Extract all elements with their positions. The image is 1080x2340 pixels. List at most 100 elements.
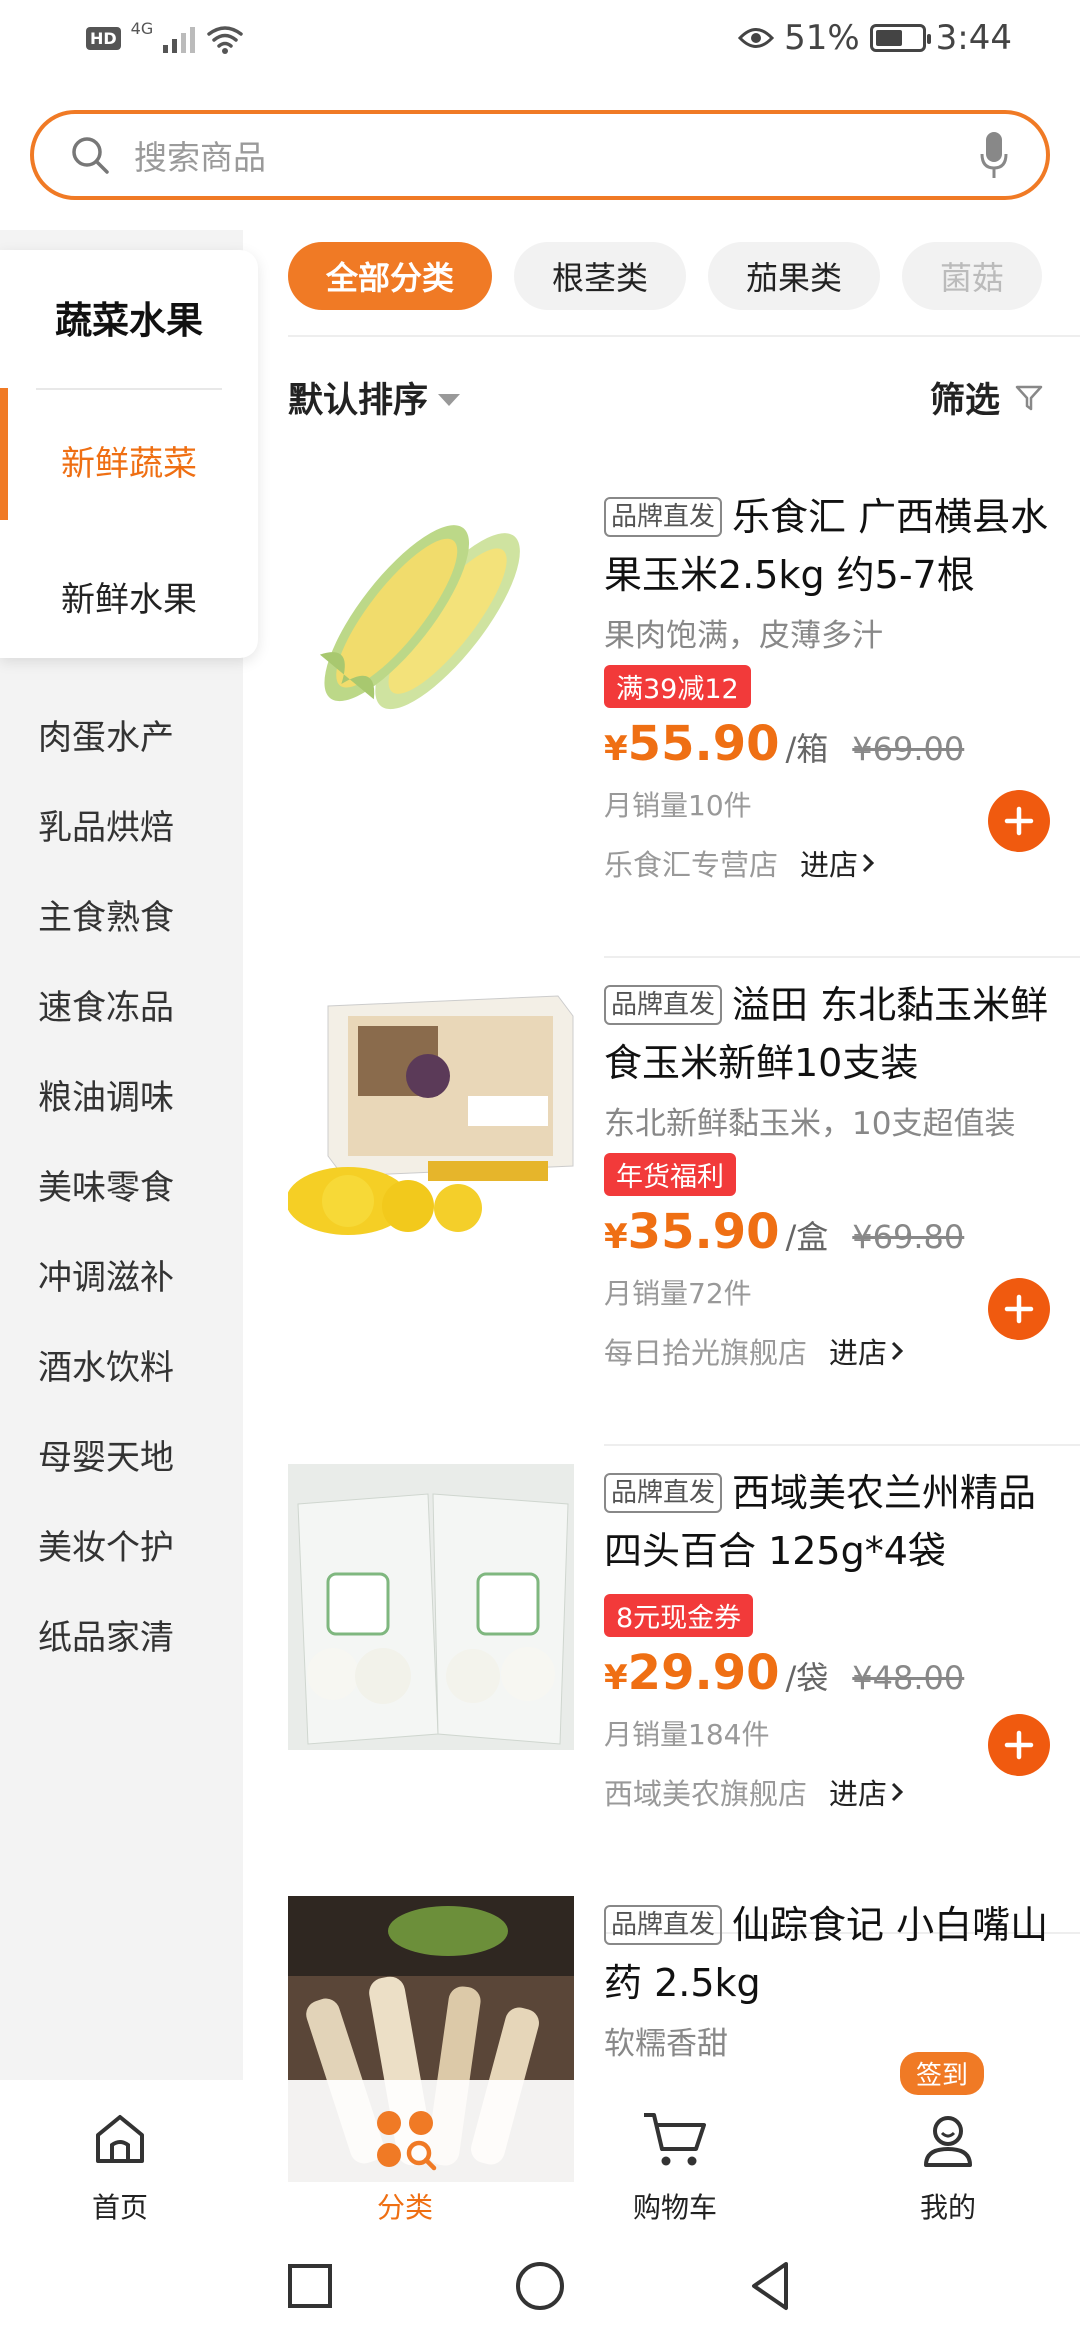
product-title[interactable]: 品牌直发 溢田 东北黏玉米鲜食玉米新鲜10支装 (604, 976, 1074, 1092)
filter-button[interactable]: 筛选 (930, 372, 1044, 423)
sidebar-item-frozen[interactable]: 速食冻品 (38, 980, 174, 1029)
add-to-cart-button[interactable] (988, 1278, 1050, 1340)
sidebar-subitem-vegetables[interactable]: 新鲜蔬菜 (0, 436, 258, 485)
enter-shop-link[interactable]: 进店 (829, 1330, 887, 1372)
add-to-cart-button[interactable] (988, 790, 1050, 852)
search-bar[interactable]: 搜索商品 (30, 110, 1050, 200)
category-title[interactable]: 蔬菜水果 (0, 290, 258, 344)
enter-shop-link[interactable]: 进店 (829, 1771, 887, 1813)
back-triangle-icon[interactable] (742, 2258, 798, 2314)
chevron-right-icon (891, 1341, 904, 1361)
sidebar-item-tonic[interactable]: 冲调滋补 (38, 1250, 174, 1299)
add-to-cart-button[interactable] (988, 1714, 1050, 1776)
sidebar-item-grain-oil[interactable]: 粮油调味 (38, 1070, 174, 1119)
search-input[interactable]: 搜索商品 (134, 131, 964, 179)
brand-tag: 品牌直发 (604, 1473, 723, 1513)
promo-badge: 8元现金券 (604, 1594, 754, 1637)
shop-row: 西域美农旗舰店 进店 (604, 1771, 1074, 1813)
filter-icon (1015, 385, 1043, 410)
sidebar-item-paper[interactable]: 纸品家清 (38, 1610, 174, 1659)
price: 35.90 (627, 1204, 780, 1260)
tab-mushroom[interactable]: 菌菇 (902, 242, 1043, 310)
eye-icon (738, 28, 775, 48)
category-icon (325, 2104, 485, 2174)
home-icon (40, 2104, 200, 2174)
product-info: 品牌直发 仙踪食记 小白嘴山药 2.5kg 软糯香甜 (604, 1896, 1074, 2063)
product-card[interactable]: 品牌直发 西域美农兰州精品四头百合 125g*4袋 8元现金券 ¥ 29.90 /… (288, 1464, 1080, 1934)
user-icon (868, 2104, 1028, 2174)
product-image-sticky-corn[interactable] (288, 976, 574, 1262)
price: 29.90 (627, 1645, 780, 1701)
shop-name: 西域美农旗舰店 (604, 1777, 808, 1811)
nav-home[interactable]: 首页 (40, 2104, 200, 2226)
currency-symbol: ¥ (604, 1217, 628, 1257)
tab-solanaceous[interactable]: 茄果类 (708, 242, 881, 310)
tab-all[interactable]: 全部分类 (288, 242, 493, 310)
shop-name: 每日拾光旗舰店 (604, 1336, 808, 1370)
product-title[interactable]: 品牌直发 乐食汇 广西横县水果玉米2.5kg 约5-7根 (604, 488, 1074, 604)
brand-tag: 品牌直发 (604, 985, 723, 1025)
product-card[interactable]: 品牌直发 溢田 东北黏玉米鲜食玉米新鲜10支装 东北新鲜黏玉米，10支超值装 年货… (288, 976, 1080, 1446)
bottom-navigation: 首页 分类 购物车 我的 (0, 2080, 1080, 2230)
sidebar-item-dairy[interactable]: 乳品烘焙 (38, 800, 174, 849)
home-circle-icon[interactable] (512, 2258, 568, 2314)
search-icon (60, 125, 120, 185)
product-image-lily-bulb[interactable] (288, 1464, 574, 1750)
original-price: ¥69.00 (852, 730, 965, 768)
sidebar-item-baby[interactable]: 母婴天地 (38, 1430, 174, 1479)
plus-icon (1004, 1730, 1034, 1760)
signal-icon (163, 23, 196, 53)
sidebar-item-beauty[interactable]: 美妆个护 (38, 1520, 174, 1569)
sort-dropdown[interactable]: 默认排序 (288, 372, 461, 423)
status-left: HD 4G (86, 19, 245, 54)
status-right: 51% 3:44 (738, 18, 1012, 58)
product-desc: 东北新鲜黏玉米，10支超值装 (604, 1106, 1016, 1142)
enter-shop-link[interactable]: 进店 (800, 842, 858, 884)
sidebar-subitem-fruits[interactable]: 新鲜水果 (0, 572, 258, 621)
wifi-icon (207, 26, 243, 54)
product-title[interactable]: 品牌直发 仙踪食记 小白嘴山药 2.5kg (604, 1896, 1074, 2012)
clock: 3:44 (935, 18, 1012, 58)
nav-cart[interactable]: 购物车 (595, 2104, 755, 2226)
currency-symbol: ¥ (604, 1658, 628, 1698)
nav-label: 购物车 (632, 2191, 717, 2224)
subcategory-tabs: 全部分类 根茎类 茄果类 菌菇 (288, 242, 1080, 312)
nav-label: 我的 (919, 2191, 976, 2224)
divider (604, 956, 1080, 958)
price: 55.90 (627, 716, 780, 772)
price-row: ¥ 29.90 /袋 ¥48.00 (604, 1645, 1074, 1701)
original-price: ¥48.00 (852, 1659, 965, 1697)
shopping-cart-icon (595, 2104, 755, 2174)
original-price: ¥69.80 (852, 1218, 965, 1256)
recent-apps-icon[interactable] (282, 2258, 338, 2314)
nav-profile[interactable]: 我的 (868, 2104, 1028, 2226)
system-navigation-bar (0, 2232, 1080, 2340)
price-unit: /箱 (785, 730, 829, 768)
nav-label: 分类 (376, 2191, 433, 2224)
sidebar-item-snacks[interactable]: 美味零食 (38, 1160, 174, 1209)
caret-down-icon (438, 393, 461, 406)
product-image-corn[interactable] (288, 488, 574, 774)
divider (36, 388, 222, 390)
nav-category[interactable]: 分类 (325, 2104, 485, 2226)
price-unit: /盒 (785, 1218, 829, 1256)
divider (604, 1444, 1080, 1446)
sidebar-item-drinks[interactable]: 酒水饮料 (38, 1340, 174, 1389)
sidebar-item-staple[interactable]: 主食熟食 (38, 890, 174, 939)
sign-in-badge[interactable]: 签到 (900, 2052, 985, 2095)
microphone-icon[interactable] (964, 125, 1024, 185)
battery-percent: 51% (784, 18, 860, 58)
chevron-right-icon (891, 1782, 904, 1802)
sidebar-item-meat[interactable]: 肉蛋水产 (38, 710, 174, 759)
plus-icon (1004, 806, 1034, 836)
price-row: ¥ 35.90 /盒 ¥69.80 (604, 1204, 1074, 1260)
product-desc: 软糯香甜 (604, 2026, 728, 2062)
tab-root-veg[interactable]: 根茎类 (514, 242, 687, 310)
promo-badge: 满39减12 (604, 665, 751, 708)
product-card[interactable]: 品牌直发 乐食汇 广西横县水果玉米2.5kg 约5-7根 果肉饱满，皮薄多汁 满3… (288, 488, 1080, 958)
product-desc: 果肉饱满，皮薄多汁 (604, 618, 883, 654)
product-title[interactable]: 品牌直发 西域美农兰州精品四头百合 125g*4袋 (604, 1464, 1074, 1580)
filter-label: 筛选 (929, 381, 1000, 421)
plus-icon (1004, 1294, 1034, 1324)
promo-badge: 年货福利 (604, 1153, 736, 1196)
